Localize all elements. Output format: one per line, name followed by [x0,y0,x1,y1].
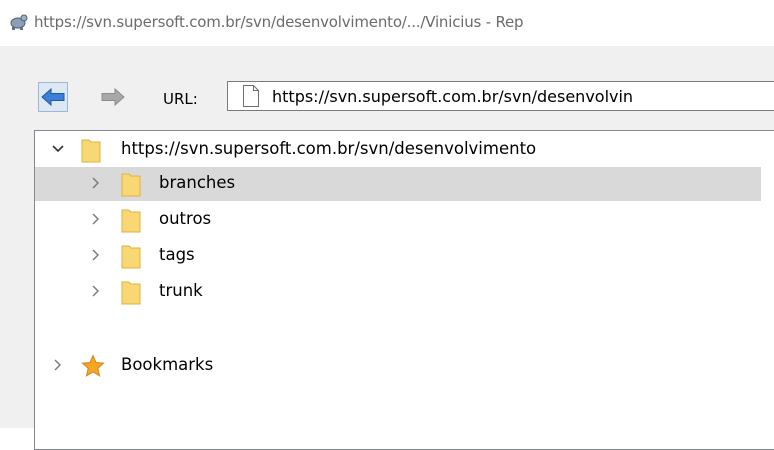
folder-icon [81,139,101,163]
url-label: URL: [163,90,198,108]
repo-browser-client-area: URL: https://svn.supersoft.com.br/svn/de… [0,46,774,450]
chevron-right-icon[interactable] [51,358,65,372]
tree-item-label: Bookmarks [121,355,214,374]
tree-item-label: tags [159,245,195,264]
document-icon [243,85,259,107]
tree-item-label: outros [159,209,212,228]
window-title: https://svn.supersoft.com.br/svn/desenvo… [34,13,524,31]
tree-row-branches[interactable]: branches [35,167,761,201]
chevron-right-icon[interactable] [89,176,103,190]
folder-icon [121,173,141,197]
tree-row-root[interactable]: https://svn.supersoft.com.br/svn/desenvo… [35,133,761,167]
star-icon [81,354,105,377]
tree-item-label: trunk [159,281,203,300]
chevron-right-icon[interactable] [89,212,103,226]
tree-item-label: branches [159,173,236,192]
url-input[interactable]: https://svn.supersoft.com.br/svn/desenvo… [272,87,633,106]
tortoise-app-icon [10,14,28,30]
chevron-right-icon[interactable] [89,248,103,262]
chevron-right-icon[interactable] [89,284,103,298]
folder-icon [121,209,141,233]
forward-arrow-icon[interactable] [98,82,128,112]
tree-row-bookmarks[interactable]: Bookmarks [35,349,761,383]
url-combobox[interactable]: https://svn.supersoft.com.br/svn/desenvo… [227,81,774,111]
tree-row-outros[interactable]: outros [35,203,761,237]
title-bar: https://svn.supersoft.com.br/svn/desenvo… [0,0,774,46]
tree-row-tags[interactable]: tags [35,239,761,273]
back-arrow-icon[interactable] [38,82,68,112]
folder-icon [121,281,141,305]
tree-row-trunk[interactable]: trunk [35,275,761,309]
tree-item-label: https://svn.supersoft.com.br/svn/desenvo… [121,139,537,158]
folder-icon [121,245,141,269]
repository-tree[interactable]: https://svn.supersoft.com.br/svn/desenvo… [34,130,774,450]
chevron-down-icon[interactable] [51,142,65,156]
